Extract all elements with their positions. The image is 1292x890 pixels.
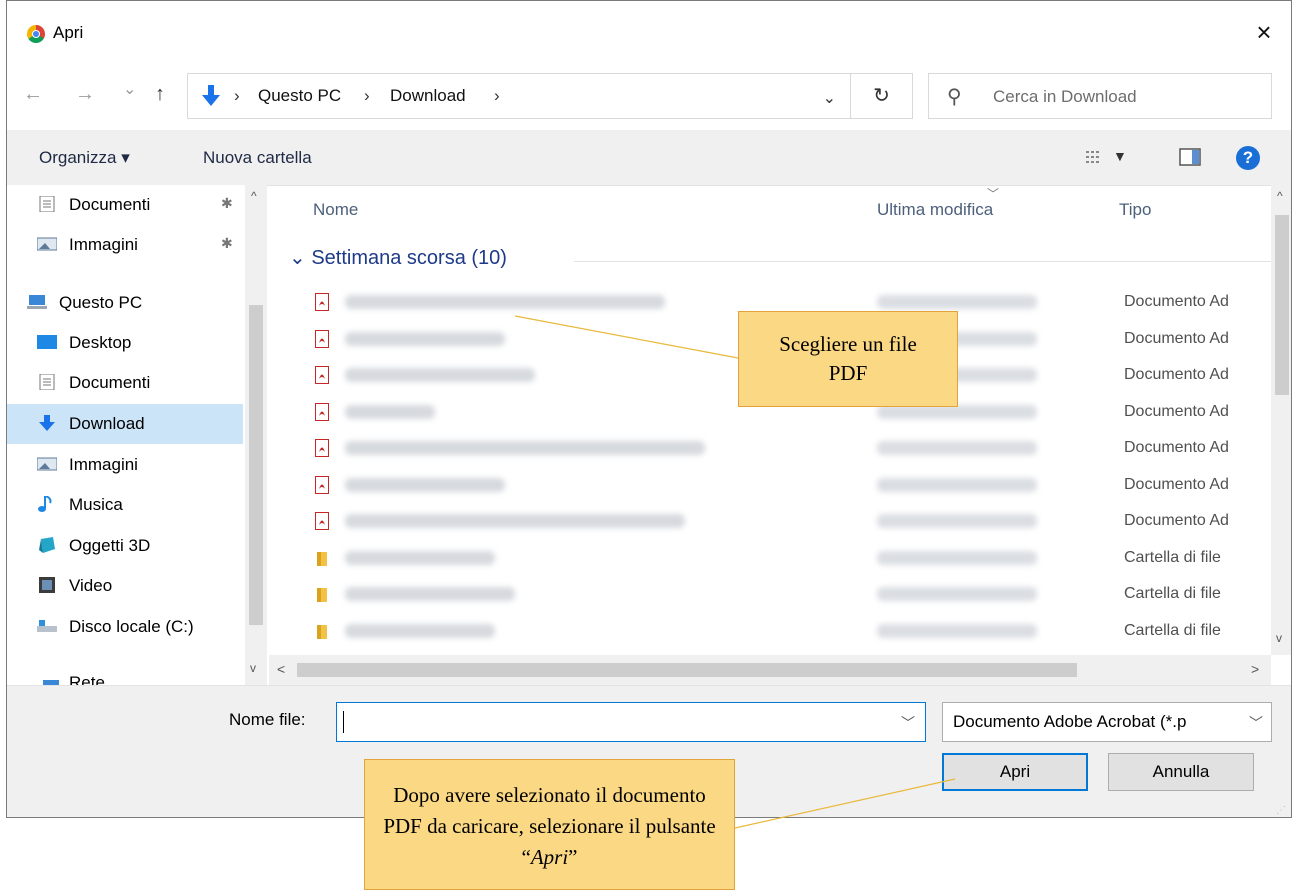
callout-leader-lines bbox=[514, 315, 956, 829]
callout-choose-pdf-text: Scegliere un file PDF bbox=[779, 332, 917, 385]
callout-open-hint: Dopo avere selezionato il documento PDF … bbox=[364, 759, 735, 890]
callout-choose-pdf: Scegliere un file PDF bbox=[738, 311, 958, 407]
callout-line-apri bbox=[734, 778, 956, 829]
callout-open-hint-em: Apri bbox=[530, 845, 569, 869]
callout-open-hint-suffix: ” bbox=[568, 845, 578, 869]
callout-line-pdf bbox=[514, 315, 739, 359]
